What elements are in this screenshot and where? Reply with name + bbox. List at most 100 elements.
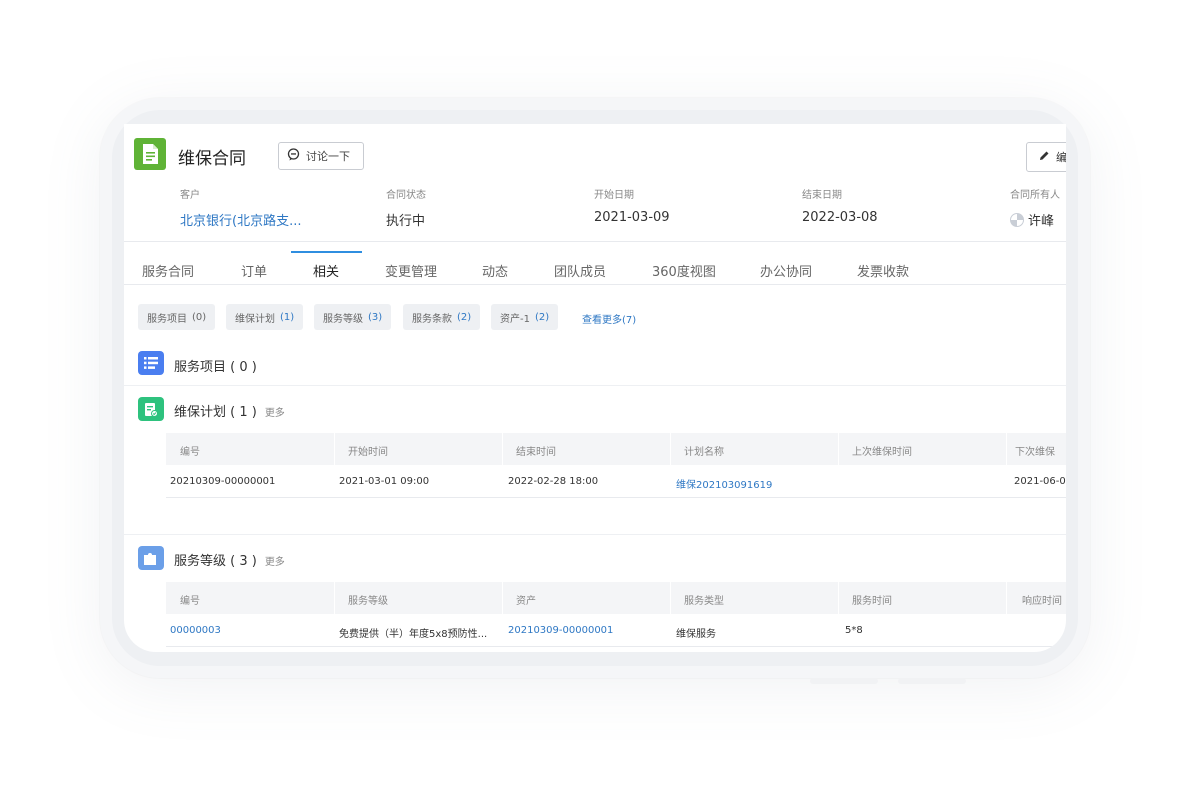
chip-label: 服务等级 [323,313,363,325]
chip-service-items[interactable]: 服务项目 (0) [138,304,216,330]
column-divider [1006,582,1007,614]
table-cell: 5*8 [845,625,863,636]
column-divider [1006,433,1007,465]
more-link[interactable]: 更多 [265,557,285,568]
divider [124,385,1066,386]
record-header: 维保合同 讨论一下 编 客户 北京银行(北京路支... 合同状态 执行中 开始日… [124,124,1066,242]
customer-link[interactable]: 北京银行(北京路支... [180,210,301,229]
field-value: 2022-03-08 [802,210,878,225]
record-number-link[interactable]: 00000003 [170,625,221,636]
column-divider [502,582,503,614]
row-divider [166,497,1066,498]
tab-orders[interactable]: 订单 [241,261,267,280]
discuss-button[interactable]: 讨论一下 [278,142,364,170]
field-customer: 客户 北京银行(北京路支... [180,186,301,229]
tab-activity[interactable]: 动态 [482,261,508,280]
chip-label: 服务条款 [412,313,452,325]
column-header[interactable]: 编号 [180,592,200,607]
column-header[interactable]: 计划名称 [684,443,724,458]
column-divider [670,433,671,465]
field-end-date: 结束日期 2022-03-08 [802,186,878,225]
chat-bubble-icon [287,148,300,164]
column-divider [838,433,839,465]
table-cell: 2022-02-28 18:00 [508,476,599,487]
column-header[interactable]: 开始时间 [348,443,388,458]
field-label: 结束日期 [802,190,842,201]
field-contract-status: 合同状态 执行中 [386,186,426,229]
tab-office-collaboration[interactable]: 办公协同 [760,261,812,280]
row-divider [166,646,1066,647]
section-header-service-level: 服务等级 ( 3 ) 更多 [174,550,285,569]
chip-count: (2) [534,311,550,323]
column-divider [838,582,839,614]
column-divider [334,582,335,614]
column-header[interactable]: 资产 [516,592,536,607]
section-title: 维保计划 ( 1 ) [174,405,257,420]
list-icon [138,351,164,375]
table-cell: 2021-03-01 09:00 [339,476,430,487]
chip-label: 服务项目 [147,313,187,325]
column-header[interactable]: 服务等级 [348,592,388,607]
chip-service-level[interactable]: 服务等级 (3) [314,304,392,330]
chip-service-terms[interactable]: 服务条款 (2) [403,304,481,330]
chip-label: 维保计划 [235,313,275,325]
more-link[interactable]: 更多 [265,408,285,419]
page-title: 维保合同 [178,149,246,169]
table-header-row: 编号 开始时间 结束时间 计划名称 上次维保时间 下次维保 [166,433,1066,465]
column-header[interactable]: 编号 [180,443,200,458]
tab-service-contract[interactable]: 服务合同 [142,261,194,280]
document-icon [134,138,166,170]
field-start-date: 开始日期 2021-03-09 [594,186,670,225]
column-header[interactable]: 响应时间 [1022,592,1062,607]
chip-label: 资产-1 [500,313,530,325]
active-tab-indicator [291,251,362,253]
field-value: 执行中 [386,214,426,229]
column-divider [334,433,335,465]
table-cell: 免费提供（半）年度5x8预防性... [339,629,488,640]
field-label: 客户 [180,190,200,201]
plan-name-link[interactable]: 维保202103091619 [676,476,772,491]
device-indicator-left [810,678,878,684]
app-screen: 维保合同 讨论一下 编 客户 北京银行(北京路支... 合同状态 执行中 开始日… [124,124,1066,652]
field-label: 合同所有人 [1010,190,1060,201]
column-header[interactable]: 上次维保时间 [852,443,912,458]
column-header[interactable]: 下次维保 [1015,443,1055,458]
chip-maintenance-plan[interactable]: 维保计划 (1) [226,304,304,330]
chip-count: (1) [280,311,295,323]
column-header[interactable]: 结束时间 [516,443,556,458]
table-header-row: 编号 服务等级 资产 服务类型 服务时间 响应时间 [166,582,1066,614]
discuss-button-label: 讨论一下 [306,150,350,163]
calendar-check-icon [138,397,164,421]
device-indicator-right [898,678,966,684]
tab-invoices[interactable]: 发票收款 [857,261,909,280]
asset-link[interactable]: 20210309-00000001 [508,625,613,636]
tab-change-management[interactable]: 变更管理 [385,261,437,280]
chip-count: (0) [192,311,207,323]
chip-count: (2) [457,311,472,323]
tab-team-members[interactable]: 团队成员 [554,261,606,280]
field-value: 2021-03-09 [594,210,670,225]
field-label: 合同状态 [386,190,426,201]
chip-assets[interactable]: 资产-1 (2) [491,304,559,330]
table-cell: 维保服务 [676,629,716,640]
table-cell: 2021-06-01 [1014,476,1066,487]
view-more-link[interactable]: 查看更多(7) [582,311,636,326]
puzzle-icon [138,546,164,570]
section-title-service-items: 服务项目 ( 0 ) [174,360,257,375]
column-header[interactable]: 服务类型 [684,592,724,607]
section-title: 服务等级 ( 3 ) [174,554,257,569]
table-cell: 20210309-00000001 [170,476,276,487]
column-header[interactable]: 服务时间 [852,592,892,607]
edit-button[interactable]: 编 [1026,142,1066,172]
column-divider [670,582,671,614]
column-divider [502,433,503,465]
section-header-maintenance-plan: 维保计划 ( 1 ) 更多 [174,401,285,420]
chip-count: (3) [368,311,383,323]
owner-name: 许峰 [1028,214,1055,229]
tab-360-view[interactable]: 360度视图 [652,261,716,280]
tab-related[interactable]: 相关 [313,261,339,280]
tab-bar: 服务合同 订单 相关 变更管理 动态 团队成员 360度视图 办公协同 发票收款 [124,251,1066,285]
owner-value[interactable]: 许峰 [1010,210,1060,229]
avatar-icon [1010,213,1024,227]
field-owner: 合同所有人 许峰 [1010,186,1060,229]
